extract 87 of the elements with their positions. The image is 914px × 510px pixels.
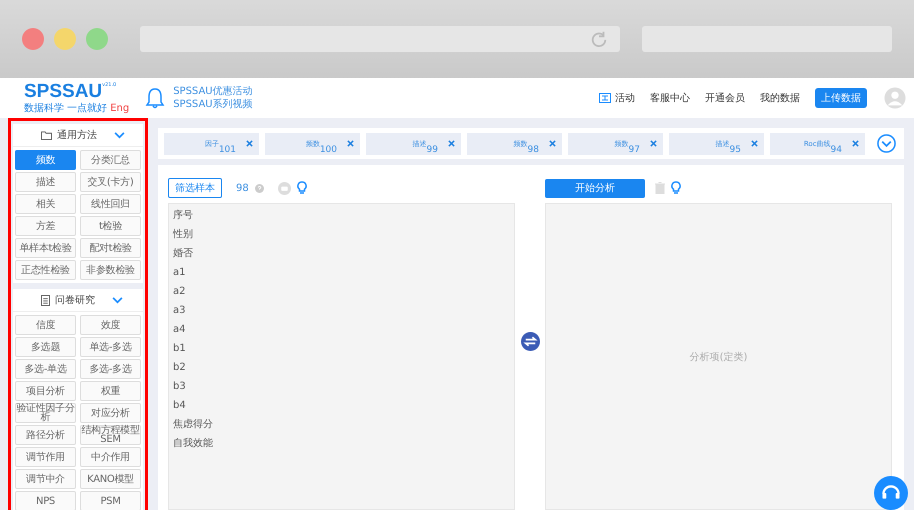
variable-item[interactable]: 焦虑得分 [173, 415, 510, 434]
variable-item[interactable]: b2 [173, 358, 510, 377]
variable-item[interactable]: 自我效能 [173, 434, 510, 453]
method-button[interactable]: 正态性检验 [15, 260, 76, 280]
filter-sample-button[interactable]: 筛选样本 [168, 178, 222, 198]
method-button[interactable]: 项目分析 [15, 381, 76, 401]
method-button[interactable]: 中介作用 [80, 447, 141, 467]
ticket-icon [599, 93, 611, 103]
method-button[interactable]: 路径分析 [15, 425, 76, 445]
language-link[interactable]: Eng [110, 102, 130, 114]
method-button[interactable]: 对应分析 [80, 403, 141, 423]
bell-icon[interactable] [145, 87, 166, 109]
expand-circle-icon[interactable] [877, 134, 896, 153]
promo-link[interactable]: SPSSAU系列视频 [173, 98, 253, 111]
chevron-icon[interactable] [114, 132, 125, 138]
variable-item[interactable]: a2 [173, 282, 510, 301]
logo-text[interactable]: SPSSAU [24, 82, 102, 100]
method-button[interactable]: 频数 [15, 150, 76, 170]
method-button[interactable]: KANO模型 [80, 469, 141, 489]
variable-item[interactable]: 序号 [173, 206, 510, 225]
section-title: 问卷研究 [55, 294, 95, 307]
section-header[interactable]: 问卷研究 [13, 289, 143, 312]
tab-count: 98 [528, 144, 539, 154]
method-button[interactable]: 效度 [80, 315, 141, 335]
method-button[interactable]: PSM [80, 491, 141, 510]
method-button[interactable]: 非参数检验 [80, 260, 141, 280]
variable-item[interactable]: b4 [173, 396, 510, 415]
placeholder-text: 分析项(定类) [690, 350, 748, 364]
nav-link[interactable]: 开通会员 [705, 91, 745, 105]
variable-item[interactable]: a1 [173, 263, 510, 282]
method-button[interactable]: 配对t检验 [80, 238, 141, 258]
tab-count: 99 [426, 144, 438, 154]
headset-support-icon[interactable] [874, 476, 908, 510]
method-button[interactable]: 多选-单选 [15, 359, 76, 379]
upload-data-button[interactable]: 上传数据 [815, 88, 867, 108]
folder-icon [41, 130, 52, 140]
method-button[interactable]: 单选-多选 [80, 337, 141, 357]
method-button[interactable]: 描述 [15, 172, 76, 192]
tab-count: 97 [628, 144, 640, 154]
close-window-icon[interactable] [22, 28, 44, 50]
method-button[interactable]: 验证性因子分析 [15, 403, 76, 423]
close-icon[interactable] [852, 140, 859, 147]
section-header[interactable]: 通用方法 [13, 124, 143, 147]
variable-item[interactable]: b1 [173, 339, 510, 358]
close-icon[interactable] [347, 140, 354, 147]
nav-link[interactable]: 客服中心 [650, 91, 690, 105]
variable-item[interactable]: a3 [173, 301, 510, 320]
tab-count: 100 [320, 144, 337, 154]
method-button[interactable]: t检验 [80, 216, 141, 236]
section-title: 通用方法 [57, 128, 97, 142]
close-icon[interactable] [246, 140, 253, 147]
tab-count: 94 [830, 144, 842, 154]
nav-link[interactable]: 活动 [615, 91, 635, 105]
nav-link[interactable]: 我的数据 [760, 91, 800, 105]
variable-item[interactable]: 婚否 [173, 244, 510, 263]
close-icon[interactable] [751, 140, 758, 147]
variable-item[interactable]: 性别 [173, 225, 510, 244]
swap-icon[interactable] [520, 332, 540, 351]
close-icon[interactable] [650, 140, 657, 147]
chevron-icon[interactable] [112, 296, 123, 304]
slogan-text: 数据科学 一点就好 [24, 102, 108, 114]
method-button[interactable]: 交叉(卡方) [80, 172, 141, 192]
lightbulb-icon[interactable] [671, 181, 681, 195]
method-button[interactable]: 信度 [15, 315, 76, 335]
method-button[interactable]: 单样本t检验 [15, 238, 76, 258]
promo-link[interactable]: SPSSAU优惠活动 [173, 85, 253, 98]
method-button[interactable]: 相关 [15, 194, 76, 214]
variable-item[interactable]: b3 [173, 377, 510, 396]
method-button[interactable]: 权重 [80, 381, 141, 401]
lightbulb-icon[interactable] [296, 181, 307, 195]
method-button[interactable]: 调节作用 [15, 447, 76, 467]
method-button[interactable]: NPS [15, 491, 76, 510]
sample-count: 98 [236, 182, 249, 194]
document-icon [41, 294, 50, 306]
tab-count: 95 [730, 144, 741, 154]
method-button[interactable]: 分类汇总 [80, 150, 141, 170]
method-button[interactable]: 方差 [15, 216, 76, 236]
close-icon[interactable] [448, 140, 455, 147]
start-analysis-button[interactable]: 开始分析 [545, 178, 645, 198]
tab-count: 101 [218, 144, 236, 154]
variable-item[interactable]: a4 [173, 320, 510, 339]
method-button[interactable]: 多选题 [15, 337, 76, 357]
method-button[interactable]: 调节中介 [15, 469, 76, 489]
close-icon[interactable] [549, 140, 556, 147]
method-button[interactable]: 多选-多选 [80, 359, 141, 379]
method-button[interactable]: 结构方程模型SEM [80, 425, 141, 445]
method-button[interactable]: 线性回归 [80, 194, 141, 214]
